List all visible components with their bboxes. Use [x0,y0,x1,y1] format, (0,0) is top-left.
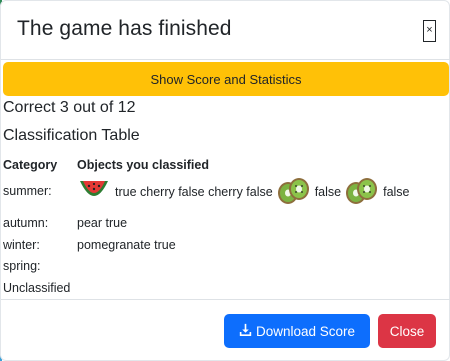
download-score-label: Download Score [255,323,356,339]
header-divider [1,59,450,60]
close-button[interactable]: Close [378,314,436,348]
summer-text-3: false [383,185,410,199]
footer-divider [1,299,450,300]
row-items-autumn: pear true [77,216,128,230]
header-objects: Objects you classified [77,158,209,172]
result-text: Correct 3 out of 12 [3,99,136,116]
row-label-spring: spring: [3,259,41,273]
classification-table-title: Classification Table [3,127,140,144]
kiwi-icon [277,176,311,209]
row-label-autumn: autumn: [3,216,49,230]
download-score-button[interactable]: Download Score [224,314,370,348]
game-finished-modal: The game has finished × Show Score and S… [0,0,450,361]
row-label-unclassified: Unclassified [3,281,71,295]
row-items-winter: pomegranate true [77,238,176,252]
watermelon-icon [77,177,111,208]
show-score-button[interactable]: Show Score and Statistics [3,62,449,96]
summer-text-1: true cherry false cherry false [115,185,273,199]
header-category: Category [3,158,58,172]
row-items-summer: true cherry false cherry false false fal… [77,177,414,207]
row-label-summer: summer: [3,184,52,198]
modal-title: The game has finished [17,17,232,40]
summer-text-2: false [314,185,342,199]
close-icon[interactable]: × [423,20,436,42]
kiwi-icon [345,176,379,209]
download-icon [239,323,252,339]
row-label-winter: winter: [3,238,40,252]
